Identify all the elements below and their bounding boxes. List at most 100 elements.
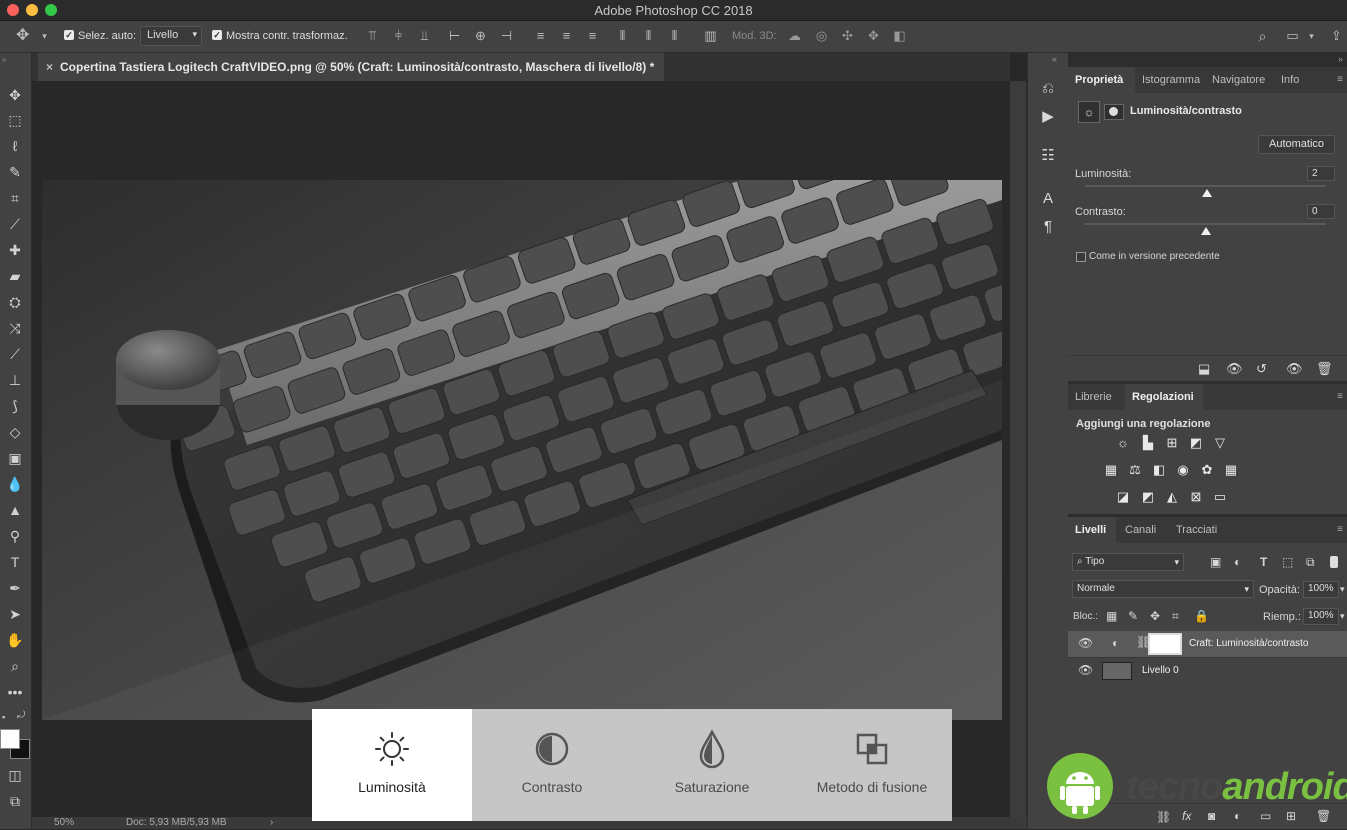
filter-type-icon[interactable]: T — [1260, 555, 1267, 569]
vertical-scrollbar[interactable] — [1010, 81, 1026, 817]
invert-icon[interactable]: ◪ — [1116, 490, 1130, 504]
selective-color-icon[interactable]: ⊠ — [1189, 490, 1203, 504]
lock-pixels-icon[interactable]: ✎ — [1128, 609, 1138, 623]
brightness-input[interactable]: 2 — [1307, 166, 1335, 181]
actions-icon[interactable]: ▶ — [1038, 106, 1058, 128]
filter-adjustment-icon[interactable]: ◐ — [1234, 555, 1241, 569]
blur-tool-icon[interactable]: 💧 — [4, 474, 26, 494]
search-icon[interactable]: ⌕ — [1256, 29, 1269, 43]
contrast-slider-track[interactable] — [1085, 223, 1326, 225]
foreground-color-swatch[interactable] — [0, 729, 20, 749]
threshold-icon[interactable]: ◭ — [1165, 490, 1179, 504]
contrast-input[interactable]: 0 — [1307, 204, 1335, 219]
dodge-tool-icon[interactable]: ⚲ — [4, 526, 26, 546]
close-tab-icon[interactable]: × — [46, 53, 53, 81]
layer-row[interactable]: 👁 Livello 0 — [1068, 657, 1347, 684]
align-bottom-icon[interactable]: ⫫ — [418, 29, 431, 43]
layer-row[interactable]: 👁 ◐ ⛓ Craft: Luminosità/contrasto — [1068, 631, 1347, 657]
orbit-3d-icon[interactable]: ☁ — [788, 29, 801, 43]
filter-smart-object-icon[interactable]: ⧉ — [1306, 555, 1315, 570]
tab-navigator[interactable]: Navigatore — [1205, 67, 1274, 93]
eraser-tool-icon[interactable]: ◇ — [4, 422, 26, 442]
distribute-hcenter-icon[interactable]: ⦀ — [642, 29, 655, 43]
quick-select-tool-icon[interactable]: ✎ — [4, 162, 26, 182]
quick-mask-icon[interactable]: ◫ — [4, 765, 26, 785]
blend-mode-dropdown[interactable]: Normale ▾ — [1072, 580, 1254, 598]
tab-channels[interactable]: Canali — [1118, 517, 1166, 543]
screen-mode-icon[interactable]: ⧉ — [4, 791, 26, 811]
clone-stamp-tool-icon[interactable]: ⊥ — [4, 370, 26, 390]
layer-filter-dropdown[interactable]: ⌕ Tipo ▾ — [1072, 553, 1184, 571]
filter-toggle-icon[interactable] — [1330, 556, 1338, 568]
lock-position-icon[interactable]: ✥ — [1150, 609, 1160, 623]
opacity-input[interactable]: 100% — [1303, 581, 1339, 598]
auto-button[interactable]: Automatico — [1258, 135, 1335, 154]
curves-icon[interactable]: ⊞ — [1165, 436, 1179, 450]
tab-libraries[interactable]: Librerie — [1068, 384, 1125, 410]
path-select-tool-icon[interactable]: ➤ — [4, 604, 26, 624]
clip-to-layer-icon[interactable]: ⬓ — [1198, 361, 1210, 377]
layer-mask-icon[interactable] — [1104, 104, 1124, 120]
hue-saturation-icon[interactable]: ▦ — [1104, 463, 1118, 477]
history-icon[interactable]: ⎌ — [1038, 78, 1058, 100]
layer-name[interactable]: Craft: Luminosità/contrasto — [1189, 638, 1309, 649]
slide-3d-icon[interactable]: ✥ — [867, 29, 880, 43]
scale-3d-icon[interactable]: ◧ — [893, 29, 906, 43]
auto-align-icon[interactable]: ▥ — [704, 29, 717, 43]
type-tool-icon[interactable]: T — [4, 552, 26, 572]
default-colors-icon[interactable]: ▪ — [2, 712, 5, 722]
share-icon[interactable]: ⇪ — [1330, 29, 1343, 43]
align-vcenter-icon[interactable]: ⫩ — [392, 29, 405, 43]
tab-paths[interactable]: Tracciati — [1169, 517, 1229, 543]
exposure-icon[interactable]: ◩ — [1189, 436, 1203, 450]
color-lookup-icon[interactable]: ▦ — [1224, 463, 1238, 477]
photo-filter-icon[interactable]: ◉ — [1176, 463, 1190, 477]
chevron-down-icon[interactable]: ▾ — [1340, 584, 1345, 595]
gradient-tool-icon[interactable]: ▣ — [4, 448, 26, 468]
align-right-icon[interactable]: ⊣ — [500, 29, 513, 43]
legacy-checkbox[interactable] — [1076, 252, 1086, 262]
swap-colors-icon[interactable]: ⤾ — [17, 710, 25, 721]
eyedropper-tool-icon[interactable]: ⟋ — [4, 214, 26, 234]
color-balance-icon[interactable]: ⚖ — [1128, 463, 1142, 477]
document-image[interactable] — [42, 180, 1002, 720]
visibility-icon[interactable]: 👁 — [1286, 361, 1303, 377]
filter-pixel-icon[interactable]: ▣ — [1210, 555, 1221, 569]
tab-layers[interactable]: Livelli — [1068, 517, 1116, 543]
healing-brush-tool-icon[interactable]: ✚ — [4, 240, 26, 260]
view-previous-icon[interactable]: 👁 — [1226, 361, 1243, 377]
pen-tool-icon[interactable]: ✒ — [4, 578, 26, 598]
vibrance-icon[interactable]: ▽ — [1213, 436, 1227, 450]
overlay-item-brightness[interactable]: Luminosità — [312, 709, 472, 821]
document-tab[interactable]: × Copertina Tastiera Logitech CraftVIDEO… — [38, 53, 665, 81]
overlay-item-saturation[interactable]: Saturazione — [632, 709, 792, 821]
properties-icon[interactable]: ☷ — [1038, 145, 1058, 167]
auto-select-dropdown[interactable]: Livello ▾ — [140, 26, 202, 46]
lock-artboard-icon[interactable]: ⌗ — [1172, 609, 1179, 624]
panel-menu-icon[interactable]: ≡ — [1337, 391, 1343, 402]
brush-tool-icon[interactable]: ▰ — [4, 266, 26, 286]
sharpen-tool-icon[interactable]: ▲ — [4, 500, 26, 520]
eye-icon[interactable]: 👁 — [1078, 636, 1093, 650]
tab-histogram[interactable]: Istogramma — [1135, 67, 1205, 93]
layer-name[interactable]: Livello 0 — [1142, 665, 1179, 676]
brightness-slider-track[interactable] — [1085, 185, 1326, 187]
filter-shape-icon[interactable]: ⬚ — [1282, 555, 1293, 569]
hand-tool-icon[interactable]: ✋ — [4, 630, 26, 650]
overlay-item-contrast[interactable]: Contrasto — [472, 709, 632, 821]
align-hcenter-icon[interactable]: ⊕ — [474, 29, 487, 43]
move-tool-icon[interactable]: ✥ — [4, 85, 26, 105]
tab-properties[interactable]: Proprietà — [1068, 67, 1135, 93]
panel-menu-icon[interactable]: ≡ — [1337, 74, 1343, 85]
show-transform-checkbox[interactable]: ✓ — [212, 30, 222, 40]
art-history-brush-icon[interactable]: ⟆ — [4, 396, 26, 416]
align-top-icon[interactable]: ⫪ — [366, 29, 379, 43]
zoom-level[interactable]: 50% — [54, 817, 74, 828]
tab-info[interactable]: Info — [1274, 67, 1310, 93]
chevron-down-icon[interactable]: ▾ — [1340, 611, 1345, 622]
contrast-slider-thumb[interactable] — [1200, 227, 1211, 235]
collapse-panels-icon[interactable]: » — [1338, 54, 1343, 64]
tab-adjustments[interactable]: Regolazioni — [1125, 384, 1203, 410]
distribute-vcenter-icon[interactable]: ≡ — [560, 29, 573, 43]
history-brush-tool-icon[interactable]: ⤨ — [4, 318, 26, 338]
